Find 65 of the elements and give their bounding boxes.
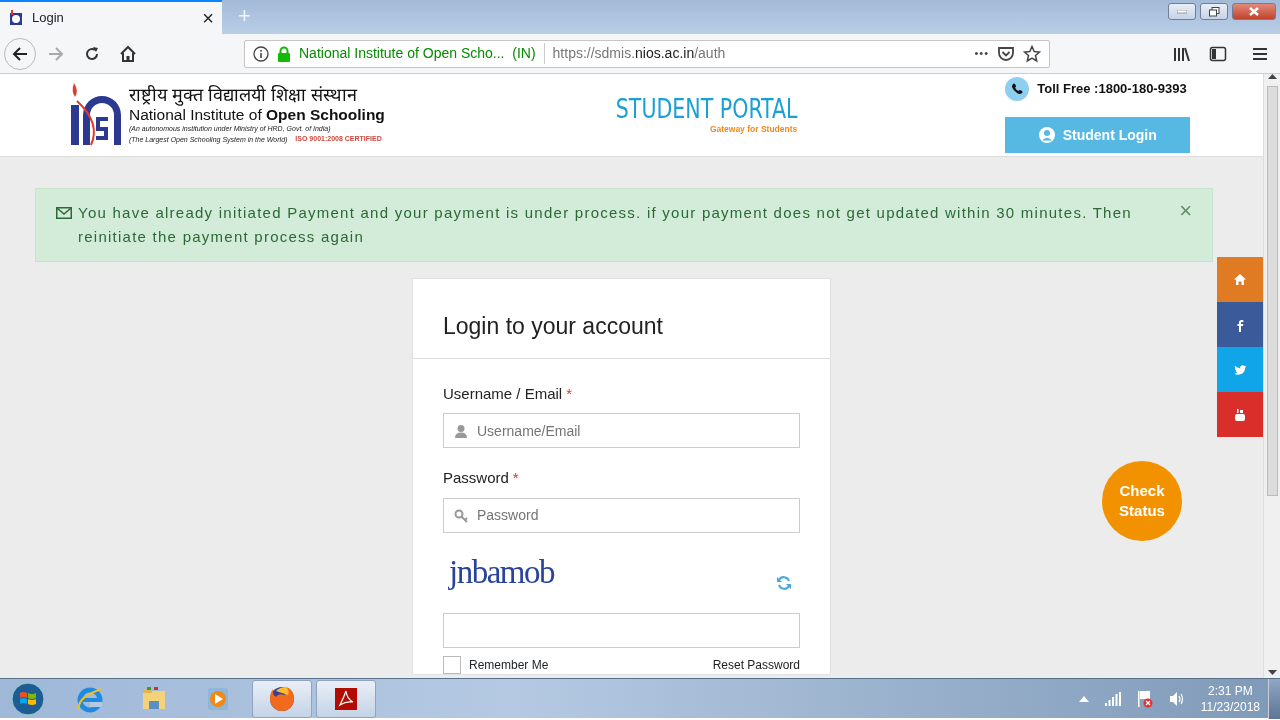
address-bar[interactable]: National Institute of Open Scho... (IN) https://sdmis.nios.ac.in/auth ••• (244, 39, 1050, 68)
institute-logo (71, 83, 121, 147)
windows-logo-icon (11, 681, 45, 716)
envelope-icon (56, 207, 72, 219)
close-window-button[interactable] (1232, 3, 1276, 20)
minimize-icon (1177, 9, 1187, 14)
reload-icon (83, 44, 101, 63)
captcha-image: jnbamob (447, 552, 554, 592)
field-label: Username / Email (443, 383, 563, 404)
user-icon (454, 424, 468, 438)
hindi-institute-name: राष्ट्रीय मुक्त विद्यालयी शिक्षा संस्थान (129, 85, 359, 106)
tab-title: Login (32, 9, 65, 28)
home-icon (119, 44, 137, 63)
show-desktop-button[interactable] (1268, 678, 1280, 719)
toll-free-number: Toll Free :1800-180-9393 (1037, 80, 1187, 99)
youtube-button[interactable] (1217, 392, 1263, 437)
refresh-icon[interactable] (776, 575, 792, 592)
user-icon (1038, 127, 1055, 143)
portal-subtitle: Gateway for Students (709, 122, 798, 136)
remember-checkbox[interactable] (443, 656, 461, 674)
bookmark-star-icon[interactable] (1023, 44, 1041, 63)
institute-name: National Institute of Open Schooling (129, 106, 385, 125)
phone-icon (1005, 77, 1030, 101)
twitter-button[interactable] (1217, 347, 1263, 392)
speaker-icon[interactable] (1168, 690, 1185, 707)
close-tab-button[interactable]: × (202, 3, 214, 33)
firefox-app[interactable] (252, 679, 312, 718)
flag-error-icon[interactable] (1136, 689, 1153, 708)
reset-password-link[interactable]: Reset Password (712, 656, 800, 674)
key-icon (454, 508, 468, 523)
home-icon (1233, 272, 1247, 287)
input-field[interactable]: Password (443, 497, 800, 533)
lock-icon (277, 45, 291, 62)
browser-tab[interactable]: Login × (0, 0, 222, 34)
captcha-input-field[interactable] (443, 613, 800, 648)
site-icon (8, 10, 24, 26)
youtube-icon (1233, 407, 1247, 422)
pocket-icon[interactable] (997, 44, 1015, 63)
portal-title: STUDENT PORTAL (615, 94, 798, 123)
clock-date: 11/23/2018 (1200, 698, 1260, 715)
restore-button[interactable] (1200, 3, 1228, 20)
required-marker: * (512, 468, 519, 488)
back-arrow-icon (11, 44, 29, 63)
info-icon (253, 45, 269, 62)
login-title: Login to your account (443, 312, 664, 341)
fox-globe-icon (268, 684, 296, 713)
acrobat-app[interactable] (316, 679, 376, 718)
input-field[interactable]: Username/Email (443, 413, 800, 448)
scroll-down-icon (1267, 670, 1277, 676)
required-marker: * (566, 383, 573, 404)
close-icon (1249, 7, 1259, 16)
field-label: Password (443, 468, 509, 488)
clock-time: 2:31 PM (1208, 682, 1253, 699)
restore-icon (1208, 6, 1220, 17)
alert-message: You have already initiated Payment and your payment is under process. if your payment does not get updated within 30 minutes. Then reinitiate the payment process again (78, 203, 1133, 247)
forward-arrow-icon (47, 44, 65, 63)
signal-icon[interactable] (1104, 691, 1121, 706)
show-hidden-icons-icon[interactable] (1078, 695, 1089, 702)
bird-icon (1233, 362, 1247, 377)
remember-me-label: Remember Me (469, 657, 549, 674)
page-actions-button[interactable]: ••• (974, 45, 989, 62)
site-identity: National Institute of Open Scho... (IN) (299, 43, 545, 64)
sidebar-icon (1209, 44, 1227, 63)
url-text: https://sdmis.nios.ac.in/auth (552, 44, 727, 63)
scrollbar[interactable] (1263, 74, 1280, 680)
